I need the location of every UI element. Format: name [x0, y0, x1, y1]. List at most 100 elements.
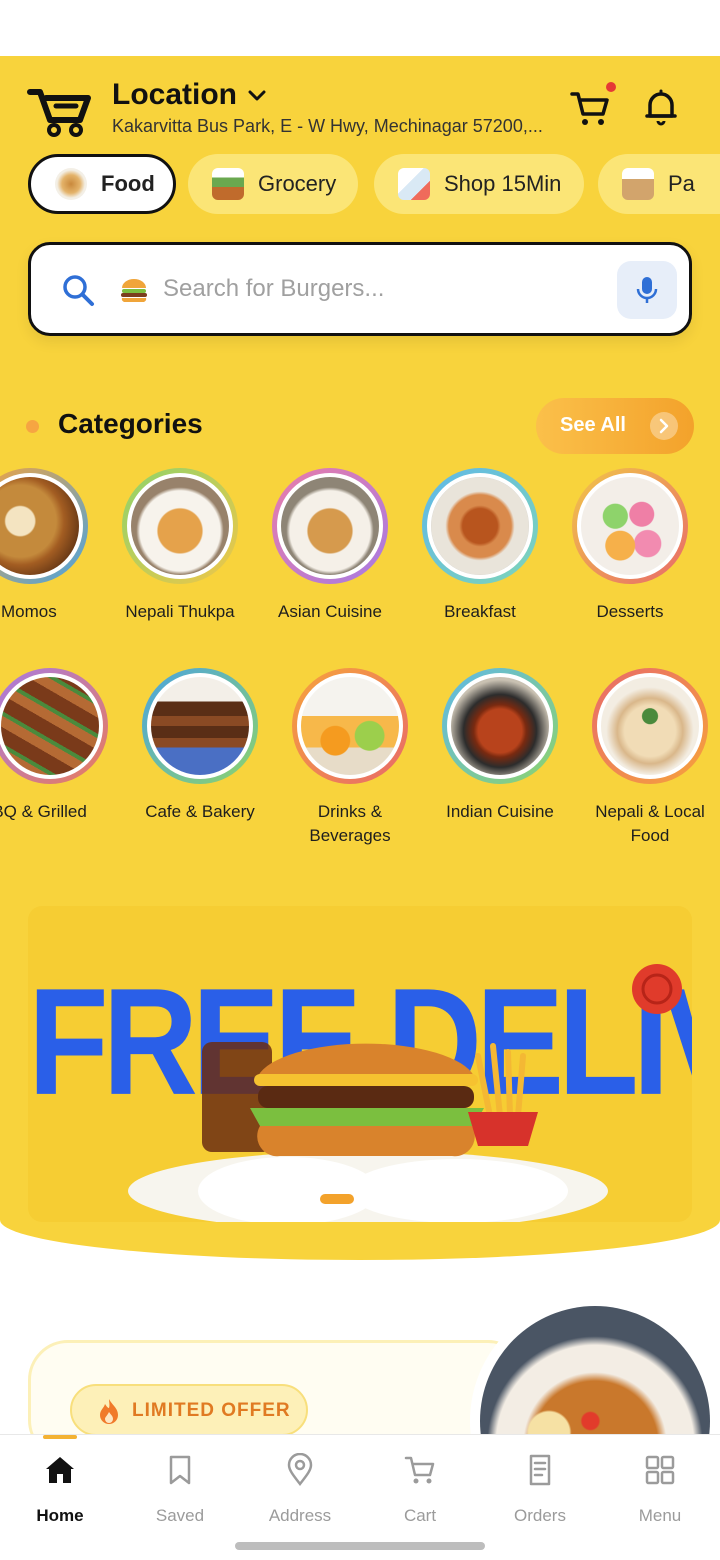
category-ring — [442, 668, 558, 784]
grocery-icon — [212, 168, 244, 200]
nepali-photo — [601, 677, 699, 775]
category-ring — [0, 468, 88, 584]
nav-address-label: Address — [268, 1506, 332, 1525]
home-icon — [46, 1457, 74, 1483]
category-indian-cuisine[interactable]: Indian Cuisine — [425, 668, 575, 824]
tab-parcel[interactable]: Pa — [598, 154, 720, 214]
bookmark-icon — [169, 1455, 191, 1485]
see-all-label: See All — [560, 414, 626, 436]
carousel-indicator — [320, 1194, 354, 1204]
category-ring — [572, 468, 688, 584]
tab-grocery-label: Grocery — [258, 171, 337, 196]
category-ring — [142, 668, 258, 784]
category-label: Desserts — [596, 602, 664, 621]
indian-photo — [451, 677, 549, 775]
tab-shop-label: Shop 15Min — [444, 171, 562, 196]
asian-photo — [281, 477, 379, 575]
category-label: Nepali Thukpa — [125, 602, 235, 621]
category-momos[interactable]: Momos — [0, 468, 105, 624]
thukpa-photo — [131, 477, 229, 575]
nav-home[interactable]: Home — [0, 1453, 120, 1526]
mic-icon — [636, 277, 658, 303]
chevron-down-icon[interactable] — [246, 84, 268, 106]
category-label: Cafe & Bakery — [145, 802, 255, 821]
tab-grocery[interactable]: Grocery — [188, 154, 358, 214]
location-title[interactable]: Location — [112, 78, 237, 112]
cart-icon[interactable] — [568, 86, 612, 130]
search-icon — [63, 275, 94, 306]
nav-menu-label: Menu — [638, 1506, 682, 1525]
receipt-icon — [529, 1454, 551, 1486]
bell-icon[interactable] — [640, 86, 682, 128]
category-label: Momos — [1, 602, 57, 621]
burger-illustration-icon — [128, 1042, 608, 1222]
location-address[interactable]: Kakarvitta Bus Park, E - W Hwy, Mechinag… — [112, 116, 562, 137]
category-label: Asian Cuisine — [278, 602, 382, 621]
see-all-button[interactable]: See All — [536, 398, 694, 454]
limited-offer-badge: LIMITED OFFER — [70, 1384, 308, 1436]
category-drinks-beverages[interactable]: Drinks & Beverages — [275, 668, 425, 848]
category-bbq-grilled[interactable]: BBQ & Grilled — [0, 668, 125, 824]
breakfast-photo — [431, 477, 529, 575]
mic-button[interactable] — [617, 261, 677, 319]
fire-icon — [100, 1399, 118, 1424]
cake-photo — [151, 677, 249, 775]
limited-offer-label: LIMITED OFFER — [132, 1400, 291, 1421]
category-nepali-thukpa[interactable]: Nepali Thukpa — [105, 468, 255, 624]
bbq-photo — [1, 677, 99, 775]
grid-icon — [645, 1455, 675, 1485]
nav-cart-label: Cart — [403, 1506, 437, 1525]
nav-home-label: Home — [36, 1506, 84, 1525]
category-desserts[interactable]: Desserts — [555, 468, 705, 624]
cart-icon — [404, 1456, 435, 1484]
nav-orders[interactable]: Orders — [480, 1453, 600, 1526]
nav-menu[interactable]: Menu — [600, 1453, 720, 1526]
chevron-right-icon — [650, 412, 678, 440]
category-label: Breakfast — [444, 602, 516, 621]
desserts-photo — [581, 477, 679, 575]
shop-icon — [398, 168, 430, 200]
category-asian-cuisine[interactable]: Asian Cuisine — [255, 468, 405, 624]
nav-cart[interactable]: Cart — [360, 1453, 480, 1526]
category-ring — [122, 468, 238, 584]
tab-food[interactable]: Food — [28, 154, 176, 214]
location-pin-icon — [287, 1452, 313, 1487]
nav-active-indicator — [43, 1435, 77, 1439]
nav-saved-label: Saved — [155, 1506, 205, 1525]
system-home-indicator[interactable] — [235, 1542, 485, 1550]
burger-icon — [121, 279, 147, 303]
tomato-icon — [632, 964, 682, 1014]
app-header: Location Kakarvitta Bus Park, E - W Hwy,… — [0, 56, 720, 156]
search-bar[interactable]: Search for Burgers... — [28, 242, 692, 336]
section-dot — [26, 420, 39, 433]
nav-address[interactable]: Address — [240, 1452, 360, 1526]
category-ring — [592, 668, 708, 784]
nav-saved[interactable]: Saved — [120, 1453, 240, 1526]
tab-parcel-label: Pa — [668, 171, 695, 196]
categories-title: Categories — [58, 408, 203, 439]
tab-food-label: Food — [101, 171, 155, 196]
promo-banner[interactable]: FREE DELIVERY — [28, 906, 692, 1222]
category-ring — [292, 668, 408, 784]
drinks-photo — [301, 677, 399, 775]
category-label: Indian Cuisine — [446, 802, 554, 821]
cart-badge — [606, 82, 616, 92]
category-ring — [272, 468, 388, 584]
momos-photo — [0, 477, 79, 575]
category-label: Nepali & Local Food — [595, 802, 705, 845]
food-icon — [55, 168, 87, 200]
category-breakfast[interactable]: Breakfast — [405, 468, 555, 624]
category-label: BBQ & Grilled — [0, 802, 87, 821]
categories-header: Categories See All — [0, 396, 720, 456]
tab-shop-15min[interactable]: Shop 15Min — [374, 154, 584, 214]
category-nepali-local-food[interactable]: Nepali & Local Food — [575, 668, 720, 848]
parcel-icon — [622, 168, 654, 200]
cart-logo-icon — [27, 89, 91, 137]
category-ring — [0, 668, 108, 784]
category-ring — [422, 468, 538, 584]
category-cafe-bakery[interactable]: Cafe & Bakery — [125, 668, 275, 824]
search-placeholder: Search for Burgers... — [163, 275, 385, 302]
nav-orders-label: Orders — [514, 1506, 566, 1525]
category-label: Drinks & Beverages — [309, 802, 391, 845]
service-tabs: Food Grocery Shop 15Min Pa — [0, 154, 720, 216]
